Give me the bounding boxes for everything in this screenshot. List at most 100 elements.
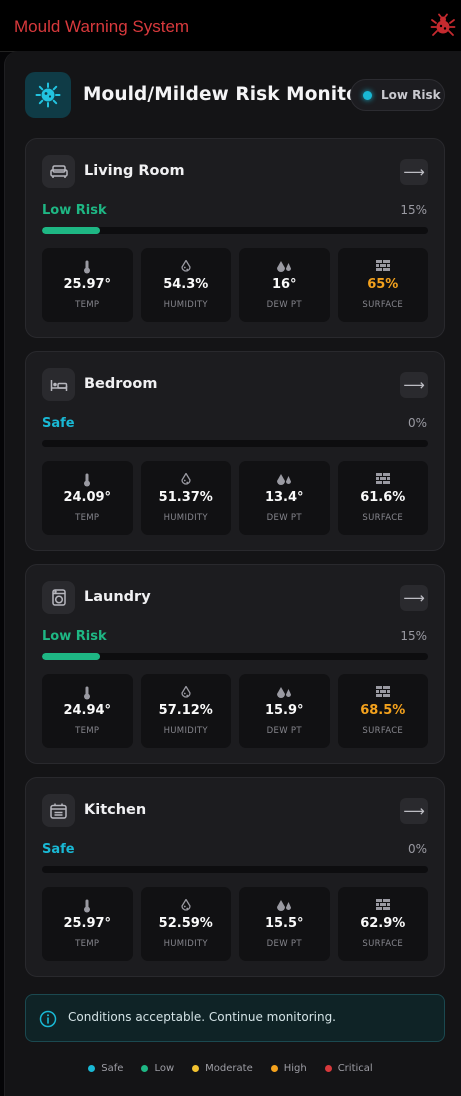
risk-progress-bar (42, 440, 428, 447)
humidity-label: HUMIDITY (163, 726, 208, 736)
humidity-value: 57.12% (158, 703, 213, 718)
metric-humidity: 52.59% HUMIDITY (140, 887, 231, 961)
temp-value: 24.09° (63, 490, 112, 505)
metric-surface: 62.9% SURFACE (337, 887, 429, 961)
thermometer-icon (42, 686, 133, 700)
dew-point-value: 15.9° (264, 703, 304, 718)
thermometer-icon (42, 260, 133, 274)
risk-progress-fill (42, 653, 100, 660)
surface-label: SURFACE (362, 513, 404, 523)
legend-item: Low (141, 1063, 174, 1074)
dew-point-label: DEW PT (266, 513, 302, 523)
legend-label: Critical (337, 1063, 373, 1074)
legend-dot (192, 1065, 200, 1072)
metric-humidity: 51.37% HUMIDITY (140, 461, 231, 535)
humidity-drop-icon (141, 686, 232, 700)
window-title: Mould Warning System (14, 17, 190, 36)
bed-icon (42, 368, 75, 401)
dew-drops-icon (239, 686, 330, 700)
legend-item: Moderate (192, 1063, 253, 1074)
surface-label: SURFACE (362, 939, 404, 949)
metric-humidity: 54.3% HUMIDITY (140, 248, 232, 322)
surface-label: SURFACE (362, 726, 404, 736)
risk-status: Low Risk (42, 629, 107, 644)
metric-temp: 24.09° TEMP (42, 461, 133, 535)
room-card-living-room[interactable]: Living Room ⟶ Low Risk 15% 25.97° TEMP 5… (25, 138, 445, 338)
legend-label: Moderate (205, 1063, 253, 1074)
arrow-right-icon[interactable]: ⟶ (400, 798, 428, 824)
legend-item: High (270, 1063, 307, 1074)
risk-status: Low Risk (42, 203, 107, 218)
page-title: Mould/Mildew Risk Monitor (83, 84, 369, 105)
risk-progress-fill (42, 227, 100, 234)
legend-label: Low (154, 1063, 175, 1074)
status-notice: Conditions acceptable. Continue monitori… (25, 994, 445, 1042)
temp-value: 25.97° (63, 277, 112, 292)
metric-dew-point: 15.9° DEW PT (239, 674, 330, 748)
risk-status: Safe (42, 416, 75, 431)
risk-percent: 0% (407, 842, 427, 856)
humidity-label: HUMIDITY (163, 513, 208, 523)
risk-percent: 15% (400, 203, 427, 217)
arrow-right-icon[interactable]: ⟶ (400, 159, 428, 185)
surface-label: SURFACE (362, 300, 404, 310)
arrow-right-icon[interactable]: ⟶ (400, 372, 428, 398)
humidity-label: HUMIDITY (163, 939, 208, 949)
risk-progress-bar (42, 866, 428, 873)
dew-drops-icon (239, 899, 330, 913)
risk-percent: 15% (400, 629, 427, 643)
metric-surface: 68.5% SURFACE (337, 674, 429, 748)
legend-item: Critical (324, 1063, 373, 1074)
washing-machine-icon (42, 581, 75, 614)
temp-label: TEMP (75, 513, 100, 523)
brick-wall-icon (338, 473, 429, 487)
legend-dot (270, 1065, 278, 1072)
temp-label: TEMP (75, 939, 100, 949)
bug-icon[interactable] (430, 13, 456, 39)
dew-point-value: 15.5° (264, 916, 304, 931)
thermometer-icon (42, 473, 133, 487)
overall-risk-label: Low Risk (381, 88, 441, 102)
room-name: Kitchen (84, 802, 147, 818)
arrow-right-icon[interactable]: ⟶ (400, 585, 428, 611)
temp-value: 24.94° (63, 703, 112, 718)
dew-point-label: DEW PT (266, 726, 302, 736)
room-card-bedroom[interactable]: Bedroom ⟶ Safe 0% 24.09° TEMP 51.37% HUM… (25, 351, 445, 551)
brick-wall-icon (338, 686, 429, 700)
surface-value: 62.9% (360, 916, 406, 931)
temp-value: 25.97° (63, 916, 112, 931)
temp-label: TEMP (75, 300, 100, 310)
metric-temp: 25.97° TEMP (42, 887, 133, 961)
metric-dew-point: 13.4° DEW PT (239, 461, 330, 535)
risk-percent: 0% (407, 416, 427, 430)
surface-value: 68.5% (360, 703, 406, 718)
room-name: Living Room (84, 163, 185, 179)
metric-humidity: 57.12% HUMIDITY (140, 674, 232, 748)
metric-dew-point: 16° DEW PT (239, 248, 330, 322)
temp-label: TEMP (75, 726, 100, 736)
overall-risk-badge: Low Risk (350, 79, 445, 111)
risk-legend: Safe Low Moderate High Critical (0, 1063, 461, 1074)
surface-value: 61.6% (360, 490, 406, 505)
room-card-laundry[interactable]: Laundry ⟶ Low Risk 15% 24.94° TEMP 57.12… (25, 564, 445, 764)
room-card-kitchen[interactable]: Kitchen ⟶ Safe 0% 25.97° TEMP 52.59% HUM… (25, 777, 445, 977)
legend-dot (141, 1065, 149, 1072)
humidity-value: 51.37% (158, 490, 213, 505)
risk-progress-bar (42, 653, 428, 660)
metric-dew-point: 15.5° DEW PT (239, 887, 330, 961)
brick-wall-icon (338, 899, 429, 913)
legend-item: Safe (88, 1063, 123, 1074)
dew-point-label: DEW PT (266, 939, 302, 949)
dew-point-label: DEW PT (266, 300, 302, 310)
dew-drops-icon (239, 260, 330, 274)
humidity-drop-icon (141, 260, 232, 274)
stove-icon (42, 794, 75, 827)
humidity-value: 52.59% (158, 916, 213, 931)
surface-value: 65% (367, 277, 399, 292)
metric-temp: 24.94° TEMP (42, 674, 133, 748)
humidity-label: HUMIDITY (163, 300, 208, 310)
dew-point-value: 16° (271, 277, 297, 292)
risk-status: Safe (42, 842, 75, 857)
room-name: Bedroom (84, 376, 158, 392)
dew-drops-icon (239, 473, 330, 487)
